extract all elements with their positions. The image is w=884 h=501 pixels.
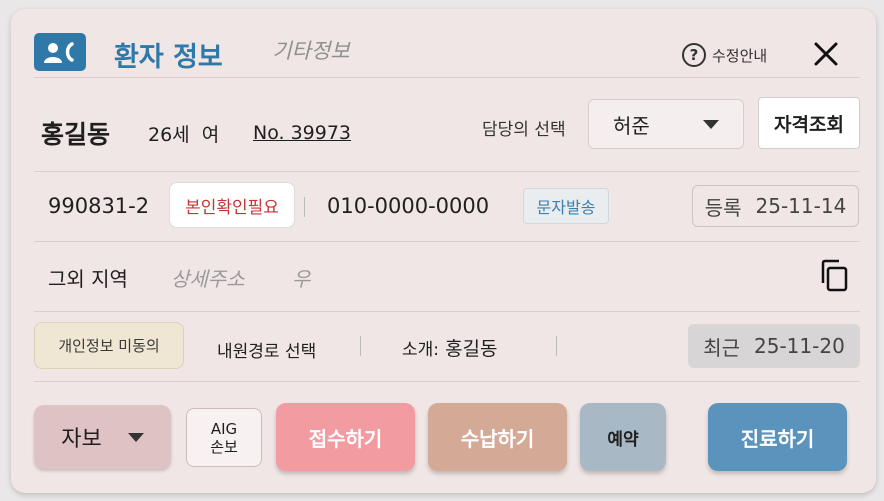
address-detail-field[interactable]: 상세주소: [171, 263, 245, 292]
resident-number: 990831-2: [48, 194, 150, 218]
doctor-select-value: 허준: [613, 113, 650, 138]
patient-info-panel: 환자 정보 기타정보 ? 수정안내 홍길동 26세 여 No. 39973 담당…: [11, 9, 876, 493]
divider: [34, 77, 860, 78]
panel-title: 환자 정보: [114, 42, 223, 73]
aig-line1: AIG: [210, 419, 238, 438]
referral-label: 소개:: [402, 340, 440, 360]
address-region[interactable]: 그외 지역: [48, 263, 128, 292]
recent-date: 25-11-20: [754, 334, 845, 358]
copy-icon[interactable]: [819, 259, 849, 293]
aig-line2: 손보: [210, 437, 238, 456]
divider: [34, 241, 860, 242]
recent-visit-badge: 최근 25-11-20: [688, 324, 860, 368]
doctor-select-label: 담당의 선택: [482, 120, 566, 140]
insurance-type-value: 자보: [61, 427, 102, 452]
payment-button[interactable]: 수납하기: [428, 403, 567, 471]
visit-route-select[interactable]: 내원경로 선택: [217, 337, 316, 362]
divider: [34, 171, 860, 172]
privacy-consent-badge[interactable]: 개인정보 미동의: [34, 322, 184, 369]
separator: [304, 197, 305, 217]
referral-field[interactable]: 소개: 홍길동: [402, 334, 498, 361]
separator: [360, 336, 361, 356]
send-sms-button[interactable]: 문자발송: [523, 188, 609, 224]
start-treatment-button[interactable]: 진료하기: [708, 403, 847, 471]
registered-label: 등록: [704, 195, 742, 220]
registered-date: 25-11-14: [755, 194, 847, 218]
close-icon: [814, 42, 838, 66]
patient-name: 홍길동: [41, 120, 111, 149]
aig-insurance-button[interactable]: AIG 손보: [186, 408, 262, 467]
identity-verify-badge[interactable]: 본인확인필요: [169, 182, 295, 228]
patient-age-sex: 26세 여: [148, 124, 220, 146]
separator: [556, 336, 557, 356]
tab-other-info[interactable]: 기타정보: [254, 35, 368, 78]
contact-card-icon: [34, 33, 86, 71]
divider: [34, 381, 860, 382]
edit-guide-label: 수정안내: [712, 46, 768, 65]
reservation-button[interactable]: 예약: [580, 403, 666, 471]
divider: [34, 311, 860, 312]
edit-guide-button[interactable]: ? 수정안내: [682, 43, 767, 67]
question-circle-icon: ?: [682, 43, 706, 67]
insurance-type-select[interactable]: 자보: [34, 405, 171, 469]
caret-down-icon: [703, 119, 719, 129]
registered-date-badge: 등록 25-11-14: [692, 185, 859, 227]
close-button[interactable]: [812, 40, 840, 68]
referral-name: 홍길동: [445, 338, 498, 360]
eligibility-check-button[interactable]: 자격조회: [758, 97, 860, 149]
chart-number-link[interactable]: No. 39973: [253, 122, 351, 144]
caret-down-icon: [127, 432, 144, 442]
recent-label: 최근: [703, 335, 741, 360]
zip-code-field[interactable]: 우: [292, 263, 310, 292]
doctor-select[interactable]: 허준: [588, 99, 744, 149]
accept-button[interactable]: 접수하기: [276, 403, 415, 471]
phone-number: 010-0000-0000: [327, 194, 490, 218]
